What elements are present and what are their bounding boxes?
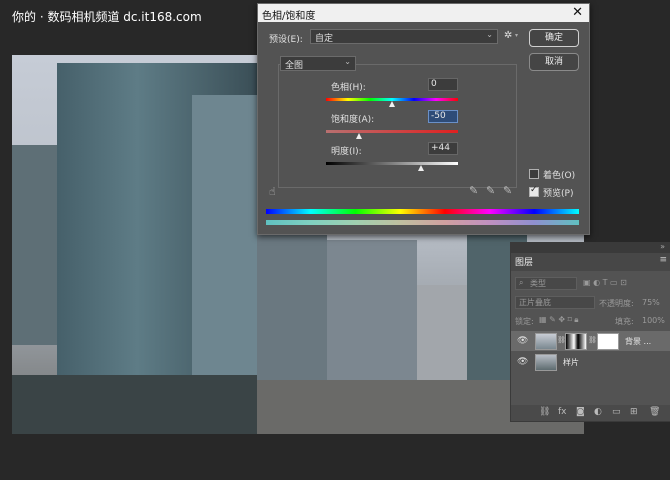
- layer-thumbnail: [535, 354, 557, 371]
- chevron-down-icon: ⌄: [486, 30, 493, 39]
- adjustment-icon[interactable]: ◐: [594, 407, 602, 417]
- gear-menu-chevron-icon[interactable]: ▾: [515, 32, 518, 39]
- fill-value[interactable]: 100%: [642, 316, 665, 325]
- eye-icon[interactable]: 👁︎: [517, 336, 528, 346]
- lightness-slider-thumb[interactable]: [418, 165, 425, 171]
- lock-label: 锁定:: [515, 317, 534, 326]
- collapse-icon[interactable]: »: [660, 242, 665, 251]
- hue-saturation-dialog: 色相/饱和度 ✕ 预设(E): 自定 ⌄ ✲ ▾ 确定 取消 全图 ⌄ 色相(H…: [257, 3, 590, 235]
- lock-icons[interactable]: ▦ ✎ ✥ ⌑ 🔒︎: [539, 315, 579, 325]
- hue-slider-thumb[interactable]: [389, 101, 395, 107]
- building-base: [12, 375, 257, 434]
- eyedropper-minus-icon[interactable]: ✎: [503, 184, 512, 197]
- cancel-button[interactable]: 取消: [529, 53, 579, 71]
- blend-mode-value: 正片叠底: [519, 298, 551, 307]
- trash-icon[interactable]: 🗑︎: [649, 407, 660, 417]
- channel-select[interactable]: 全图 ⌄: [280, 56, 356, 71]
- eyedropper-icon[interactable]: ✎: [469, 184, 478, 197]
- dialog-title: 色相/饱和度: [262, 11, 316, 22]
- close-icon[interactable]: ✕: [572, 5, 583, 20]
- saturation-slider-track[interactable]: [326, 130, 458, 133]
- fx-icon[interactable]: fx: [558, 407, 567, 417]
- saturation-slider-thumb[interactable]: [356, 133, 362, 139]
- preview-label: 预览(P): [543, 189, 574, 199]
- output-color-bar: [266, 220, 579, 225]
- eyedropper-plus-icon[interactable]: ✎: [486, 184, 495, 197]
- layer-name: 背景 ...: [625, 337, 652, 346]
- gear-icon[interactable]: ✲: [504, 30, 512, 41]
- layer-kind-filter[interactable]: ⌕ 类型: [515, 277, 577, 290]
- lightness-input[interactable]: +44: [428, 142, 458, 155]
- input-color-bar: [266, 209, 579, 214]
- link-icon: ⛓: [588, 336, 597, 344]
- new-layer-icon[interactable]: ⊞: [630, 407, 638, 417]
- link-layers-icon[interactable]: ⛓: [539, 407, 550, 417]
- preset-select[interactable]: 自定 ⌄: [310, 29, 498, 44]
- preset-label: 预设(E):: [269, 35, 303, 45]
- fill-label: 填充:: [615, 317, 634, 326]
- menu-icon[interactable]: ≡: [659, 255, 667, 265]
- search-icon: ⌕: [519, 278, 524, 287]
- panel-tabbar: [511, 253, 670, 271]
- adjustment-group: [278, 64, 517, 188]
- colorize-label: 着色(O): [543, 171, 576, 181]
- hue-label: 色相(H):: [331, 83, 366, 93]
- colorize-checkbox[interactable]: [529, 169, 539, 179]
- panel-footer: ⛓ fx ◙ ◐ ▭ ⊞ 🗑︎: [511, 405, 670, 421]
- lightness-slider-track[interactable]: [326, 162, 458, 165]
- layer-row[interactable]: 👁︎ 样片: [511, 352, 670, 372]
- hue-input[interactable]: 0: [428, 78, 458, 91]
- building-main-side: [192, 95, 257, 395]
- layer-thumbnail: [535, 333, 557, 350]
- layer-row[interactable]: 👁︎ ⛓ ⛓ 背景 ...: [511, 331, 670, 351]
- layer-kind-placeholder: 类型: [530, 279, 546, 288]
- opacity-value[interactable]: 75%: [642, 298, 660, 307]
- building-left: [12, 145, 60, 345]
- saturation-input[interactable]: -50: [428, 110, 458, 123]
- layer-name: 样片: [563, 358, 579, 367]
- building-mid: [257, 233, 327, 403]
- saturation-label: 饱和度(A):: [331, 115, 375, 125]
- building-mid2: [327, 240, 417, 400]
- layers-panel: » 图层 ≡ ⌕ 类型 ▣ ◐ T ▭ ⊡ 正片叠底 不透明度: 75% 锁定:…: [510, 242, 670, 422]
- preset-value: 自定: [315, 34, 334, 44]
- ok-button[interactable]: 确定: [529, 29, 579, 47]
- opacity-label: 不透明度:: [599, 299, 634, 308]
- layer-mask-thumbnail[interactable]: [565, 333, 587, 350]
- folder-icon[interactable]: ▭: [612, 407, 621, 417]
- panel-header: »: [511, 242, 670, 253]
- blend-mode-select[interactable]: 正片叠底: [515, 296, 595, 309]
- hand-icon[interactable]: ☝: [269, 185, 276, 198]
- channel-value: 全图: [285, 61, 304, 71]
- preview-checkbox[interactable]: [529, 185, 539, 197]
- dialog-titlebar[interactable]: 色相/饱和度 ✕: [258, 4, 589, 22]
- eye-icon[interactable]: 👁︎: [517, 357, 528, 367]
- tab-layers[interactable]: 图层: [515, 255, 533, 268]
- fill-mask-thumbnail[interactable]: [597, 333, 619, 350]
- chevron-down-icon: ⌄: [344, 57, 351, 66]
- lightness-label: 明度(I):: [331, 147, 362, 157]
- filter-icons[interactable]: ▣ ◐ T ▭ ⊡: [583, 278, 627, 287]
- mask-icon[interactable]: ◙: [576, 407, 585, 417]
- watermark: 你的 · 数码相机频道 dc.it168.com: [12, 10, 202, 24]
